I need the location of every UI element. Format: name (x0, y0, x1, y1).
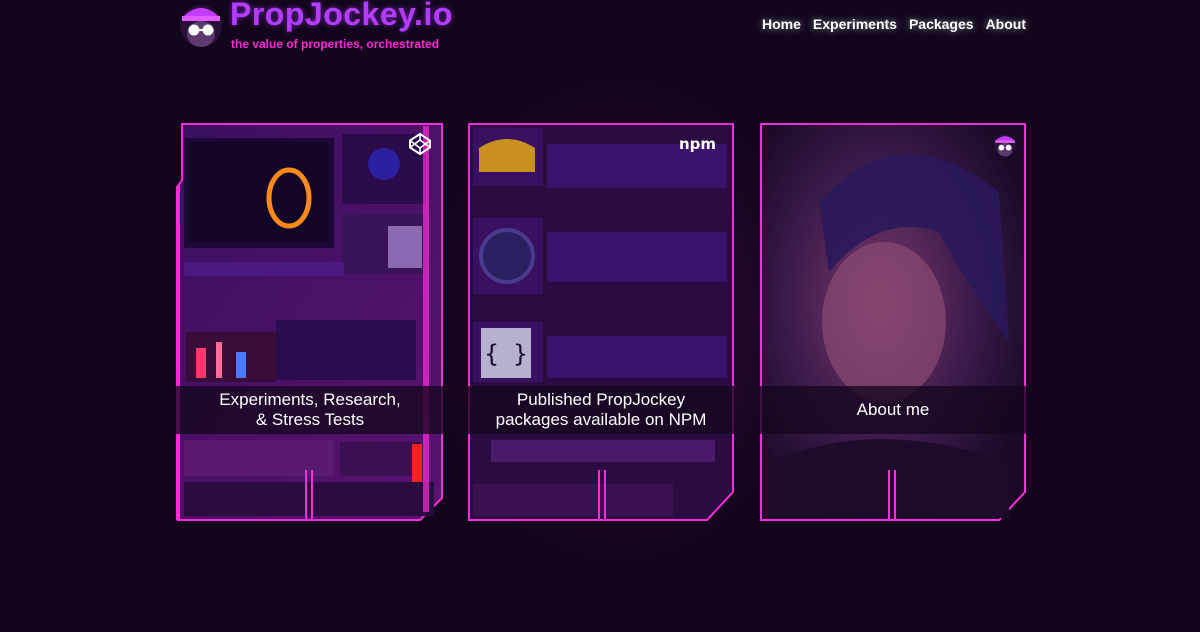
codepen-icon (409, 132, 431, 156)
avatar-icon (994, 134, 1016, 157)
card-frame (176, 123, 443, 521)
card-about[interactable]: About me (759, 122, 1027, 522)
nav-packages[interactable]: Packages (909, 16, 974, 32)
card-label-line1: Experiments, Research, (219, 390, 401, 409)
card-label: About me (759, 386, 1027, 434)
site-title: PropJockey.io (230, 0, 453, 32)
card-label-line2: packages available on NPM (495, 410, 707, 429)
card-label-line2: & Stress Tests (255, 410, 365, 429)
main-nav: Home Experiments Packages About (762, 16, 1026, 32)
card-label: Published PropJockey packages available … (467, 386, 735, 434)
card-packages[interactable]: { } npm Published PropJockey packages av… (467, 122, 735, 522)
card-label: Experiments, Research, & Stress Tests (176, 386, 444, 434)
card-label-line1: Published PropJockey (516, 390, 686, 409)
nav-home[interactable]: Home (762, 16, 801, 32)
card-label-line1: About me (856, 400, 930, 419)
svg-text:{ }: { } (484, 340, 527, 368)
nav-experiments[interactable]: Experiments (813, 16, 897, 32)
card-frame (760, 123, 1026, 521)
site-logo[interactable]: PropJockey.io the value of properties, o… (178, 0, 478, 56)
nav-about[interactable]: About (986, 16, 1026, 32)
site-tagline: the value of properties, orchestrated (231, 37, 440, 51)
logo-avatar-icon (180, 5, 222, 47)
card-experiments[interactable]: Experiments, Research, & Stress Tests (176, 122, 444, 522)
svg-text:npm: npm (679, 136, 716, 152)
card-frame: { } (468, 123, 734, 521)
npm-icon: npm (679, 136, 716, 152)
